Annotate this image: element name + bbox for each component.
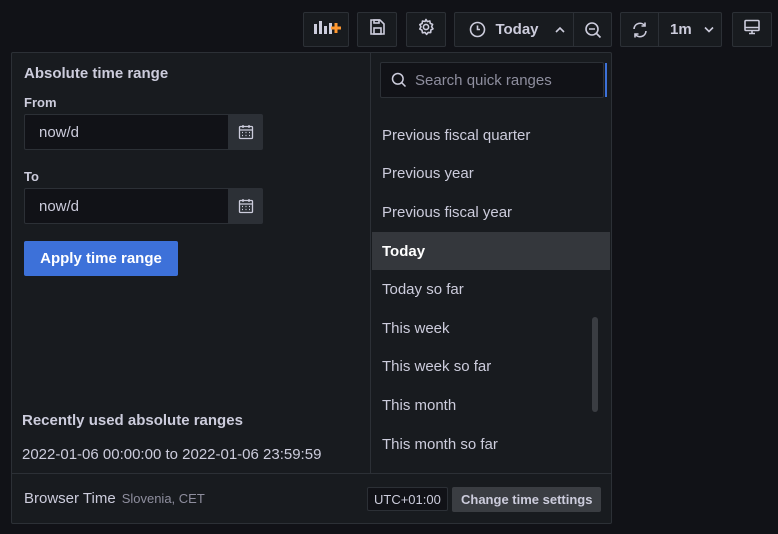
time-picker-group: Today: [454, 12, 612, 47]
quick-range-item[interactable]: Today so far: [372, 270, 610, 309]
apply-time-range-button[interactable]: Apply time range: [24, 241, 178, 276]
to-field: now/d: [24, 188, 263, 224]
from-input[interactable]: now/d: [25, 115, 228, 149]
quick-ranges-list: Previous fiscal quarter Previous year Pr…: [372, 116, 610, 463]
refresh-icon: [631, 21, 649, 39]
to-label: To: [24, 169, 39, 184]
search-focus-indicator: [605, 63, 607, 97]
time-picker-button[interactable]: Today: [455, 13, 573, 46]
absolute-range-title: Absolute time range: [24, 65, 169, 82]
quick-ranges-search[interactable]: Search quick ranges: [380, 62, 604, 98]
clock-icon: [469, 21, 486, 38]
timezone-label: Browser Time Slovenia, CET: [24, 490, 205, 507]
refresh-interval-label: 1m: [670, 21, 692, 38]
calendar-icon: [238, 124, 254, 140]
chevron-down-icon: [704, 26, 714, 33]
chevron-up-icon: [554, 26, 565, 33]
search-icon: [391, 72, 407, 88]
zoom-out-button[interactable]: [574, 13, 611, 46]
quick-ranges-section: Search quick ranges Previous fiscal quar…: [372, 53, 612, 473]
quick-range-item[interactable]: Previous fiscal year: [372, 193, 610, 232]
refresh-button[interactable]: [621, 13, 658, 46]
add-panel-icon: [311, 17, 341, 42]
from-calendar-button[interactable]: [228, 115, 262, 149]
recent-range-item[interactable]: 2022-01-06 00:00:00 to 2022-01-06 23:59:…: [22, 446, 321, 463]
quick-range-item[interactable]: Previous year: [372, 155, 610, 194]
to-input[interactable]: now/d: [25, 189, 228, 223]
quick-range-item-selected[interactable]: Today: [372, 231, 610, 271]
refresh-group: 1m: [620, 12, 722, 47]
recent-ranges-title: Recently used absolute ranges: [22, 412, 243, 429]
tv-mode-button[interactable]: [732, 12, 772, 47]
change-time-settings-button[interactable]: Change time settings: [452, 487, 602, 512]
timezone-name: Browser Time: [24, 490, 116, 507]
quick-range-item[interactable]: This month so far: [372, 425, 610, 464]
quick-range-item[interactable]: This week: [372, 309, 610, 348]
refresh-interval-picker[interactable]: 1m: [659, 13, 721, 46]
monitor-icon: [743, 18, 761, 41]
to-calendar-button[interactable]: [228, 189, 262, 223]
calendar-icon: [238, 198, 254, 214]
save-icon: [368, 18, 386, 41]
time-settings-footer: Browser Time Slovenia, CET UTC+01:00 Chan…: [12, 473, 611, 523]
search-placeholder: Search quick ranges: [415, 71, 552, 89]
gear-icon: [417, 18, 435, 41]
timezone-location: Slovenia, CET: [121, 491, 205, 506]
zoom-out-icon: [584, 21, 602, 39]
utc-offset-badge: UTC+01:00: [367, 487, 448, 511]
time-range-picker: Absolute time range From now/d To now/d: [11, 52, 612, 524]
save-dashboard-button[interactable]: [357, 12, 397, 47]
from-label: From: [24, 95, 57, 110]
time-picker-label: Today: [495, 21, 539, 38]
quick-range-item[interactable]: This week so far: [372, 348, 610, 387]
add-panel-button[interactable]: [303, 12, 349, 47]
quick-range-item[interactable]: This month: [372, 386, 610, 425]
quick-ranges-scrollbar[interactable]: [592, 317, 598, 412]
quick-range-item[interactable]: Previous fiscal quarter: [372, 116, 610, 155]
from-field: now/d: [24, 114, 263, 150]
absolute-range-section: Absolute time range From now/d To now/d: [12, 53, 371, 473]
dashboard-settings-button[interactable]: [406, 12, 446, 47]
